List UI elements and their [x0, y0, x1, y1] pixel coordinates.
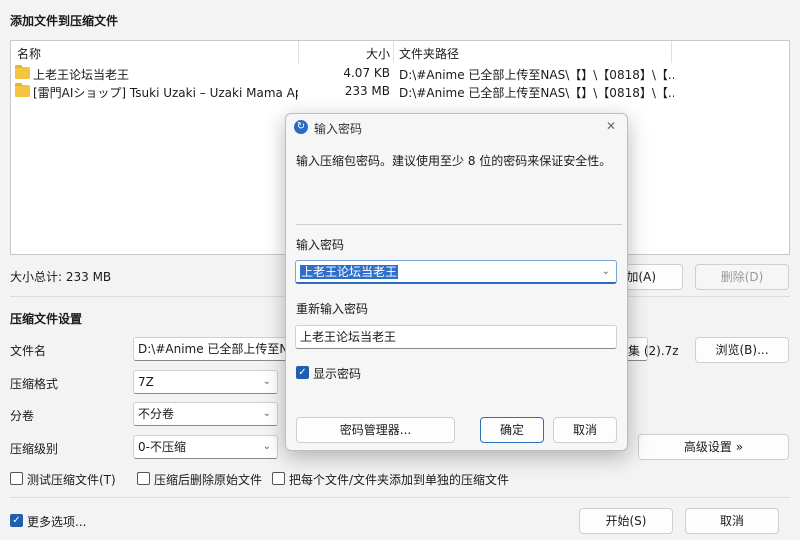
table-row[interactable]: 上老王论坛当老王 4.07 KB D:\#Anime 已全部上传至NAS\【】\…: [11, 63, 789, 83]
dialog-title: 输入密码: [314, 122, 363, 136]
file-path: D:\#Anime 已全部上传至NAS\【】\【0818】\【...: [399, 86, 674, 100]
start-button[interactable]: 开始(S): [579, 508, 673, 534]
file-list-header: 名称 大小 文件夹路径: [11, 41, 789, 63]
split-value: 不分卷: [138, 407, 175, 421]
separate-archives-checkbox[interactable]: [272, 472, 285, 485]
more-options-checkbox[interactable]: ✓: [10, 514, 23, 527]
filename-label: 文件名: [10, 344, 47, 358]
split-label: 分卷: [10, 409, 35, 423]
folder-icon: [15, 83, 30, 97]
password-label: 输入密码: [296, 238, 345, 252]
split-select[interactable]: 不分卷 ⌄: [133, 402, 278, 426]
settings-title: 压缩文件设置: [10, 312, 83, 326]
close-icon[interactable]: ✕: [606, 119, 616, 133]
table-row[interactable]: [雷門AIショップ] Tsuki Uzaki – Uzaki Mama Ap..…: [11, 81, 789, 101]
delete-source-label[interactable]: 压缩后删除原始文件: [154, 471, 262, 488]
password-value: 上老王论坛当老王: [300, 265, 399, 279]
password-dialog: ↻ 输入密码 ✕ 输入压缩包密码。建议使用至少 8 位的密码来保证安全性。 输入…: [285, 113, 628, 451]
test-archive-label[interactable]: 测试压缩文件(T): [27, 471, 116, 488]
cancel-button[interactable]: 取消: [685, 508, 779, 534]
chevron-down-icon: ⌄: [262, 441, 271, 452]
folder-icon: [15, 65, 30, 79]
column-size[interactable]: 大小: [366, 45, 390, 62]
chevron-down-icon[interactable]: ⌄: [602, 261, 610, 282]
total-size: 大小总计: 233 MB: [10, 270, 112, 284]
password-input[interactable]: 上老王论坛当老王 ⌄: [295, 260, 617, 284]
app-icon: ↻: [294, 120, 308, 134]
format-label: 压缩格式: [10, 377, 59, 391]
chevron-down-icon: ⌄: [262, 376, 271, 387]
repeat-password-label: 重新输入密码: [296, 302, 369, 316]
format-value: 7Z: [138, 375, 154, 389]
password-manager-button[interactable]: 密码管理器...: [296, 417, 455, 443]
chevron-down-icon: ⌄: [262, 408, 271, 419]
repeat-password-input[interactable]: 上老王论坛当老王: [295, 325, 617, 349]
more-options-label[interactable]: 更多选项...: [27, 513, 86, 530]
file-name: [雷門AIショップ] Tsuki Uzaki – Uzaki Mama Ap..…: [33, 86, 298, 100]
level-label: 压缩级别: [10, 442, 59, 456]
column-path[interactable]: 文件夹路径: [399, 45, 459, 62]
show-password-label[interactable]: 显示密码: [313, 365, 361, 382]
level-value: 0-不压缩: [138, 440, 186, 454]
ok-button[interactable]: 确定: [480, 417, 544, 443]
show-password-checkbox[interactable]: ✓: [296, 366, 309, 379]
delete-source-checkbox[interactable]: [137, 472, 150, 485]
level-select[interactable]: 0-不压缩 ⌄: [133, 435, 278, 459]
separate-archives-label[interactable]: 把每个文件/文件夹添加到单独的压缩文件: [289, 471, 509, 488]
delete-button[interactable]: 删除(D): [695, 264, 789, 290]
dialog-cancel-button[interactable]: 取消: [553, 417, 617, 443]
test-archive-checkbox[interactable]: [10, 472, 23, 485]
file-size: 4.07 KB: [343, 66, 390, 80]
format-select[interactable]: 7Z ⌄: [133, 370, 278, 394]
file-size: 233 MB: [344, 84, 390, 98]
window-title: 添加文件到压缩文件: [10, 14, 119, 28]
column-name[interactable]: 名称: [17, 45, 41, 62]
advanced-settings-button[interactable]: 高级设置 »: [638, 434, 789, 460]
browse-button[interactable]: 浏览(B)...: [695, 337, 789, 363]
dialog-description: 输入压缩包密码。建议使用至少 8 位的密码来保证安全性。: [296, 154, 612, 168]
filename-tail: 集 (2).7z: [628, 344, 679, 358]
